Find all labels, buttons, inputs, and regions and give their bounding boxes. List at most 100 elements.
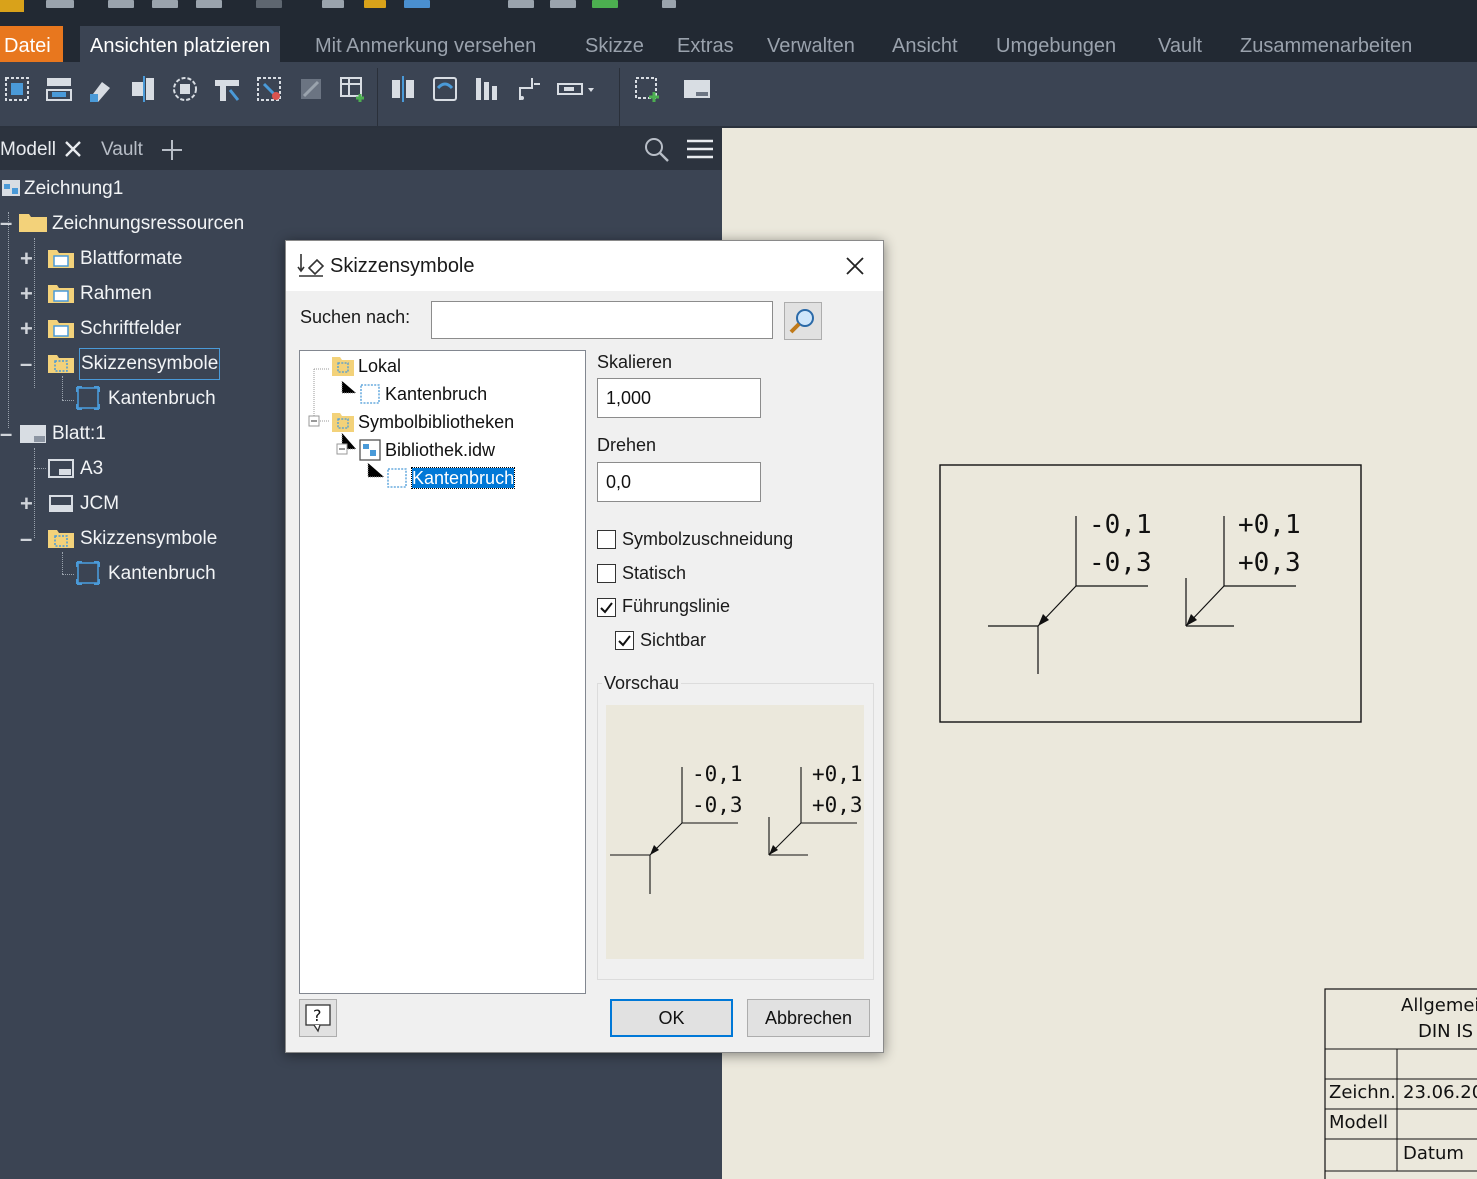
detail-view-icon[interactable] <box>170 74 200 104</box>
folder-icon[interactable] <box>364 0 386 8</box>
collapse-icon[interactable]: – <box>20 353 32 375</box>
projected-view-icon[interactable] <box>44 74 74 104</box>
new-icon[interactable] <box>46 0 74 8</box>
print-icon[interactable] <box>404 0 430 8</box>
folder-icon <box>18 210 48 234</box>
expand-icon[interactable]: + <box>20 283 33 305</box>
update-icon[interactable] <box>508 0 534 8</box>
ribbon-toolbar <box>0 62 1477 128</box>
redo-icon[interactable] <box>256 0 282 8</box>
tree-item-bibliothek-kantenbruch[interactable]: Kantenbruch <box>410 465 516 491</box>
cancel-button[interactable]: Abbrechen <box>747 999 870 1037</box>
expand-icon[interactable]: + <box>20 318 33 340</box>
tab-umgebungen[interactable]: Umgebungen <box>992 26 1120 62</box>
tree-line <box>34 238 35 388</box>
tree-item-symbolbibliotheken[interactable]: Symbolbibliotheken <box>358 409 514 435</box>
search-button[interactable] <box>784 302 822 340</box>
title-block-label: Zeichn. <box>1329 1082 1396 1103</box>
collapse-icon[interactable]: – <box>0 212 12 234</box>
tab-verwalten[interactable]: Verwalten <box>763 26 859 62</box>
tree-item-lokal[interactable]: Lokal <box>358 353 401 379</box>
tab-zusammenarbeiten[interactable]: Zusammenarbeiten <box>1236 26 1416 62</box>
collapse-icon[interactable]: – <box>20 528 32 550</box>
add-tab-icon[interactable] <box>158 136 186 164</box>
menu-icon[interactable] <box>686 135 714 163</box>
collapse-icon[interactable]: – <box>0 423 12 445</box>
symbolzuschneidung-checkbox[interactable] <box>597 530 616 549</box>
statisch-checkbox[interactable] <box>597 564 616 583</box>
tab-mit-anmerkung-versehen[interactable]: Mit Anmerkung versehen <box>311 26 540 62</box>
tab-vault[interactable]: Vault <box>1154 26 1206 62</box>
tab-skizze[interactable]: Skizze <box>581 26 648 62</box>
tree-item-bibliothek[interactable]: Bibliothek.idw <box>385 437 495 463</box>
tab-extras[interactable]: Extras <box>673 26 738 62</box>
slice-icon[interactable] <box>388 74 418 104</box>
symbol-text-left-top: -0,1 <box>1089 510 1152 540</box>
select-icon[interactable] <box>592 0 618 8</box>
preview-text-left-top: -0,1 <box>692 762 743 786</box>
close-icon[interactable] <box>842 253 868 279</box>
symbol-text-right-top: +0,1 <box>1238 510 1301 540</box>
close-tab-icon[interactable] <box>60 136 88 164</box>
measure-icon[interactable] <box>550 0 576 8</box>
preview-label: Vorschau <box>602 673 682 694</box>
ok-button[interactable]: OK <box>610 999 733 1037</box>
start-sketch-icon[interactable] <box>556 74 596 104</box>
browser-tabs: Modell Vault <box>0 128 722 170</box>
preview-text-right-bottom: +0,3 <box>812 793 863 817</box>
tree-item-lokal-kantenbruch[interactable]: Kantenbruch <box>385 381 487 407</box>
tree-label: Skizzensymbole <box>80 528 218 549</box>
auxiliary-view-icon[interactable] <box>86 74 116 104</box>
align-icon[interactable] <box>472 74 502 104</box>
create-sheet-icon[interactable] <box>632 74 662 104</box>
crop-view-icon[interactable] <box>296 74 326 104</box>
folder-icon <box>331 410 355 434</box>
more-icon[interactable] <box>662 0 676 8</box>
symbol-text-left-bottom: -0,3 <box>1089 548 1152 578</box>
fuehrungslinie-checkbox[interactable] <box>597 598 616 617</box>
sketch-symbol-icon <box>76 561 100 585</box>
tree-line <box>62 376 63 400</box>
scale-input[interactable] <box>597 378 761 418</box>
sketch-symbols-dialog: Skizzensymbole Suchen nach: Lokal Kanten… <box>285 240 884 1053</box>
symbol-preview: -0,1 -0,3 +0,1 +0,3 <box>606 705 864 959</box>
symbolzuschneidung-label: Symbolzuschneidung <box>622 529 794 549</box>
symbol-frame[interactable] <box>939 464 1362 723</box>
sketch-symbol-folder-icon <box>47 526 75 550</box>
section-view-icon[interactable] <box>128 74 158 104</box>
title-block-label: Datum <box>1403 1143 1464 1164</box>
tree-label: Kantenbruch <box>108 563 216 584</box>
undo-icon[interactable] <box>196 0 222 8</box>
rotate-input[interactable] <box>597 462 761 502</box>
break-out-icon[interactable] <box>430 74 460 104</box>
table-icon[interactable] <box>338 74 368 104</box>
dialog-titlebar[interactable]: Skizzensymbole <box>286 241 883 291</box>
tab-ansichten-platzieren[interactable]: Ansichten platzieren <box>80 26 281 62</box>
tree-label: Blatt:1 <box>52 423 106 444</box>
search-input[interactable] <box>431 301 773 339</box>
break-view-icon[interactable] <box>254 74 284 104</box>
tab-modell[interactable]: Modell <box>0 128 56 170</box>
overlay-view-icon[interactable] <box>212 74 242 104</box>
symbol-tree[interactable]: Lokal Kantenbruch Symbolbibliotheken Bib… <box>299 350 586 994</box>
search-icon[interactable] <box>642 135 670 163</box>
save-icon[interactable] <box>152 0 178 8</box>
sichtbar-checkbox[interactable] <box>615 631 634 650</box>
expand-icon[interactable]: + <box>20 248 33 270</box>
app-logo-icon[interactable] <box>0 0 24 12</box>
tab-ansicht[interactable]: Ansicht <box>888 26 962 62</box>
base-view-icon[interactable] <box>2 74 32 104</box>
preview-text-right-top: +0,1 <box>812 762 863 786</box>
symbol-text-right-bottom: +0,3 <box>1238 548 1301 578</box>
new-sheet-icon[interactable] <box>682 74 712 104</box>
tree-label: A3 <box>80 458 104 479</box>
open-icon[interactable] <box>108 0 134 8</box>
expand-icon[interactable]: + <box>20 493 33 515</box>
tree-label: Rahmen <box>80 283 152 304</box>
tree-line <box>62 552 63 574</box>
tab-datei[interactable]: Datei <box>0 26 63 62</box>
home-icon[interactable] <box>322 0 344 8</box>
draft-view-icon[interactable] <box>514 74 544 104</box>
help-button[interactable]: ? <box>299 999 337 1037</box>
tab-vault-browser[interactable]: Vault <box>101 128 143 170</box>
